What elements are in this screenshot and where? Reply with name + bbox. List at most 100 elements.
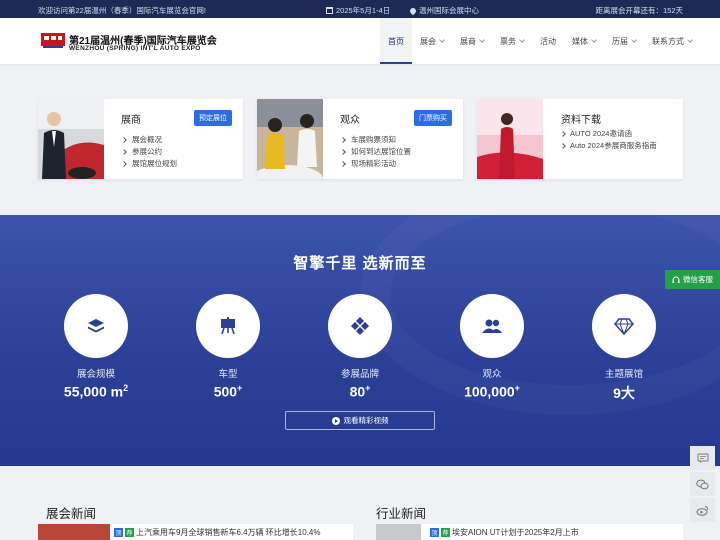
nav-label: 展商 [460, 36, 476, 46]
news-item[interactable]: 顶 荐 上汽乘用车9月全球销售新车6.4万辆 环比增长10.4% [38, 524, 353, 540]
stat-label: 展会规模 [76, 369, 115, 380]
chevron-right-icon [121, 149, 127, 155]
visitor-card: 观众 门票购买 车展购票须知 如何到达展馆位置 现场精彩活动 [257, 99, 463, 179]
countdown-text: 距离展会开幕还有：152天 [595, 6, 683, 15]
stat-circle [460, 294, 524, 358]
news-thumbnail [38, 524, 110, 540]
nav-label: 联系方式 [652, 36, 684, 46]
downloads-card: 资料下载 AUTO 2024邀请函 Auto 2024参展商服务指南 [477, 99, 683, 179]
book-booth-button[interactable]: 预定展位 [194, 110, 232, 126]
watch-video-button[interactable]: 观看精彩视频 [285, 411, 435, 430]
chevron-right-icon [121, 137, 127, 143]
nav-label: 活动 [540, 36, 556, 46]
nav-label: 媒体 [572, 36, 588, 46]
stat-value: 80+ [349, 383, 371, 400]
stat-label: 主题展馆 [604, 369, 643, 380]
stat-value: 100,000+ [464, 383, 520, 400]
expo-venue-text: 温州国际会展中心 [419, 6, 479, 15]
stat-circle [64, 294, 128, 358]
site-header: 第21届温州(春季)国际汽车展览会 WENZHOU (SPRING) INT'L… [0, 18, 720, 64]
weibo-icon [696, 505, 709, 516]
stat-visitors: 观众 100,000+ [442, 294, 542, 400]
welcome-text: 欢迎访问第22届温州（春季）国际汽车展览会官网! [38, 6, 206, 15]
card-link-label: Auto 2024参展商服务指南 [570, 141, 657, 150]
expo-news-heading: 展会新闻 [46, 507, 97, 521]
logo-title-en[interactable]: WENZHOU (SPRING) INT'L AUTO EXPO [69, 45, 201, 52]
chevron-right-icon [340, 149, 346, 155]
wechat-button[interactable] [690, 472, 715, 496]
headset-icon [672, 275, 680, 283]
card-link-label: 展会概况 [132, 135, 162, 144]
stat-halls: 主题展馆 9大 [574, 294, 674, 403]
news-item[interactable]: 顶 荐 埃安AION UT计划于2025年2月上市 [376, 524, 683, 540]
diamond-grid-icon [351, 317, 369, 335]
stat-circle [592, 294, 656, 358]
wechat-service-label: 微信客服 [683, 275, 713, 284]
chevron-right-icon [560, 143, 566, 149]
nav-label: 历届 [612, 36, 628, 46]
expo-venue: 温州国际会展中心 [408, 5, 479, 16]
card-link-label: 车展购票须知 [351, 135, 396, 144]
card-link[interactable]: 车展购票须知 [340, 134, 411, 146]
chevron-right-icon [560, 131, 566, 137]
chevron-right-icon [121, 161, 127, 167]
nav-item-expo[interactable]: 展会 [412, 18, 452, 64]
card-link[interactable]: 展馆展位规划 [121, 158, 177, 170]
nav-item-history[interactable]: 历届 [604, 18, 644, 64]
pinned-tag: 顶 [114, 527, 123, 537]
users-icon [482, 319, 502, 333]
message-button[interactable] [690, 446, 715, 470]
card-title: 资料下载 [561, 115, 601, 126]
news-title: 埃安AION UT计划于2025年2月上市 [452, 527, 579, 537]
exhibitor-photo[interactable] [38, 99, 104, 179]
nav-item-events[interactable]: 活动 [532, 18, 564, 64]
buy-ticket-button[interactable]: 门票购买 [414, 110, 452, 126]
nav-label: 票务 [500, 36, 516, 46]
watch-video-label: 观看精彩视频 [343, 416, 389, 425]
expo-date-text: 2025年5月1-4日 [336, 6, 391, 15]
main-nav: 首页 展会 展商 票务 活动 媒体 历届 联系方式 [380, 18, 700, 64]
chevron-down-icon [687, 36, 693, 43]
wechat-icon [696, 479, 709, 489]
stat-label: 车型 [218, 369, 238, 380]
chevron-down-icon [519, 36, 525, 43]
expo-date: 2025年5月1-4日 [326, 5, 390, 16]
chevron-right-icon [340, 161, 346, 167]
chevron-down-icon [591, 36, 597, 43]
visitor-photo[interactable] [257, 99, 323, 179]
stat-circle [196, 294, 260, 358]
nav-item-contact[interactable]: 联系方式 [644, 18, 700, 64]
card-link-label: 如何到达展馆位置 [351, 147, 411, 156]
card-link-label: 现场精彩活动 [351, 159, 396, 168]
card-link[interactable]: Auto 2024参展商服务指南 [560, 140, 657, 152]
stat-label: 观众 [482, 369, 502, 380]
recommended-tag: 荐 [125, 527, 134, 537]
card-link-list: 展会概况 参展公约 展馆展位规划 [121, 134, 177, 170]
card-link[interactable]: AUTO 2024邀请函 [560, 128, 657, 140]
stat-models: 车型 500+ [178, 294, 278, 400]
expo-logo[interactable] [41, 31, 65, 49]
card-link[interactable]: 参展公约 [121, 146, 177, 158]
stat-brands: 参展品牌 80+ [310, 294, 410, 400]
downloads-photo[interactable] [477, 99, 543, 179]
stat-value: 9大 [613, 385, 635, 401]
weibo-button[interactable] [690, 498, 715, 522]
wechat-service-button[interactable]: 微信客服 [665, 270, 720, 289]
nav-item-tickets[interactable]: 票务 [492, 18, 532, 64]
news-thumbnail [376, 524, 421, 540]
nav-item-media[interactable]: 媒体 [564, 18, 604, 64]
card-link[interactable]: 如何到达展馆位置 [340, 146, 411, 158]
layers-icon [88, 319, 104, 333]
card-link[interactable]: 现场精彩活动 [340, 158, 411, 170]
card-title: 观众 [340, 115, 360, 126]
pinned-tag: 顶 [430, 527, 439, 537]
card-link[interactable]: 展会概况 [121, 134, 177, 146]
card-link-list: 车展购票须知 如何到达展馆位置 现场精彩活动 [340, 134, 411, 170]
stat-label: 参展品牌 [340, 369, 379, 380]
stats-banner: 智擎千里 选新而至 展会规模 55,000 m2 车型 500+ 参展品牌 80… [0, 215, 720, 466]
banner-slogan: 智擎千里 选新而至 [293, 255, 427, 272]
message-icon [697, 453, 708, 463]
recommended-tag: 荐 [441, 527, 450, 537]
nav-item-exhibitors[interactable]: 展商 [452, 18, 492, 64]
nav-item-home[interactable]: 首页 [380, 18, 412, 64]
